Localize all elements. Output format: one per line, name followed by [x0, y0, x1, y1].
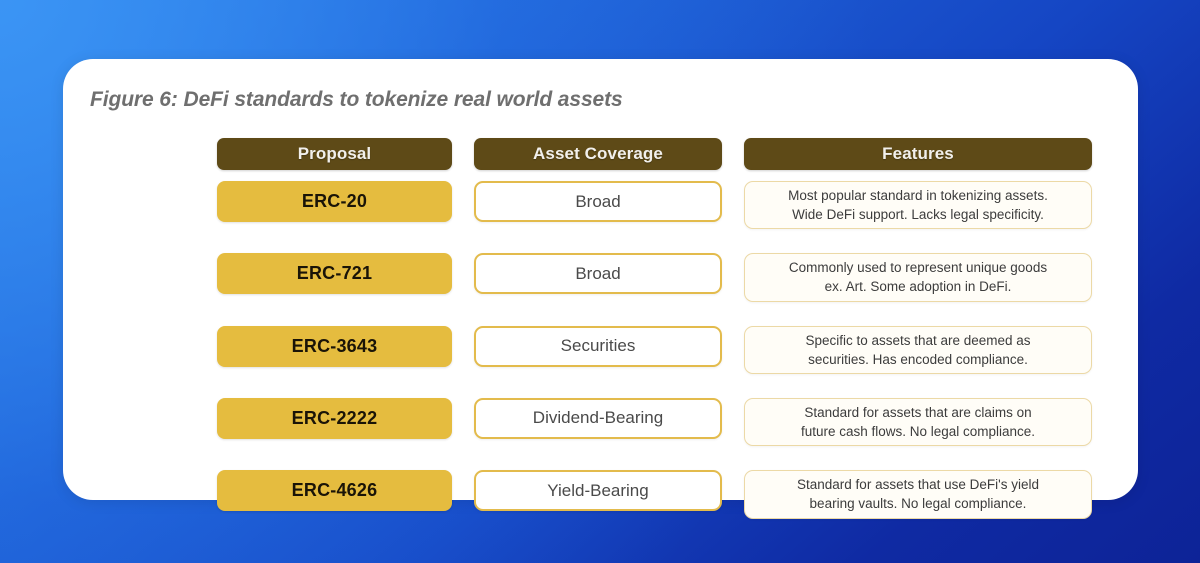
- features-line-1: Standard for assets that are claims on: [804, 404, 1032, 420]
- column-header-asset-coverage: Asset Coverage: [474, 138, 722, 170]
- asset-coverage-cell: Yield-Bearing: [474, 470, 722, 512]
- asset-coverage-cell: Securities: [474, 325, 722, 367]
- features-cell: Standard for assets that use DeFi's yiel…: [744, 470, 1092, 519]
- proposal-cell: ERC-20: [217, 181, 452, 222]
- features-line-2: future cash flows. No legal compliance.: [800, 424, 1036, 440]
- features-line-1: Most popular standard in tokenizing asse…: [788, 188, 1048, 203]
- proposal-cell: ERC-3643: [217, 325, 452, 367]
- table-row: ERC-20 Broad Most popular standard in to…: [217, 181, 1092, 230]
- table-row: ERC-2222 Dividend-Bearing Standard for a…: [217, 397, 1092, 447]
- table-row: ERC-721 Broad Commonly used to represent…: [217, 253, 1092, 302]
- asset-coverage-cell: Broad: [474, 181, 722, 222]
- features-line-2: bearing vaults. No legal compliance.: [809, 496, 1027, 512]
- features-cell: Standard for assets that are claims on f…: [744, 397, 1092, 447]
- features-line-2: ex. Art. Some adoption in DeFi.: [824, 279, 1012, 295]
- features-line-1: Specific to assets that are deemed as: [805, 332, 1031, 348]
- column-header-features: Features: [744, 138, 1092, 170]
- features-cell: Specific to assets that are deemed as se…: [744, 325, 1092, 374]
- standards-table: Proposal Asset Coverage Features ERC-20 …: [217, 138, 1092, 519]
- proposal-cell: ERC-721: [217, 253, 452, 295]
- features-line-2: securities. Has encoded compliance.: [808, 351, 1028, 367]
- features-cell: Most popular standard in tokenizing asse…: [744, 181, 1092, 230]
- proposal-cell: ERC-4626: [217, 470, 452, 512]
- table-header-row: Proposal Asset Coverage Features: [217, 138, 1092, 170]
- features-line-1: Commonly used to represent unique goods: [788, 260, 1048, 276]
- figure-title: Figure 6: DeFi standards to tokenize rea…: [90, 88, 623, 111]
- column-header-proposal: Proposal: [217, 138, 452, 170]
- asset-coverage-cell: Broad: [474, 253, 722, 295]
- proposal-cell: ERC-2222: [217, 397, 452, 439]
- features-line-2: Wide DeFi support. Lacks legal specifici…: [792, 207, 1044, 223]
- asset-coverage-cell: Dividend-Bearing: [474, 397, 722, 439]
- features-line-1: Standard for assets that use DeFi's yiel…: [797, 477, 1039, 493]
- features-cell: Commonly used to represent unique goods …: [744, 253, 1092, 302]
- table-row: ERC-3643 Securities Specific to assets t…: [217, 325, 1092, 374]
- figure-card: Figure 6: DeFi standards to tokenize rea…: [63, 59, 1138, 519]
- table-row: ERC-4626 Yield-Bearing Standard for asse…: [217, 470, 1092, 519]
- page-background: Figure 6: DeFi standards to tokenize rea…: [0, 0, 1200, 563]
